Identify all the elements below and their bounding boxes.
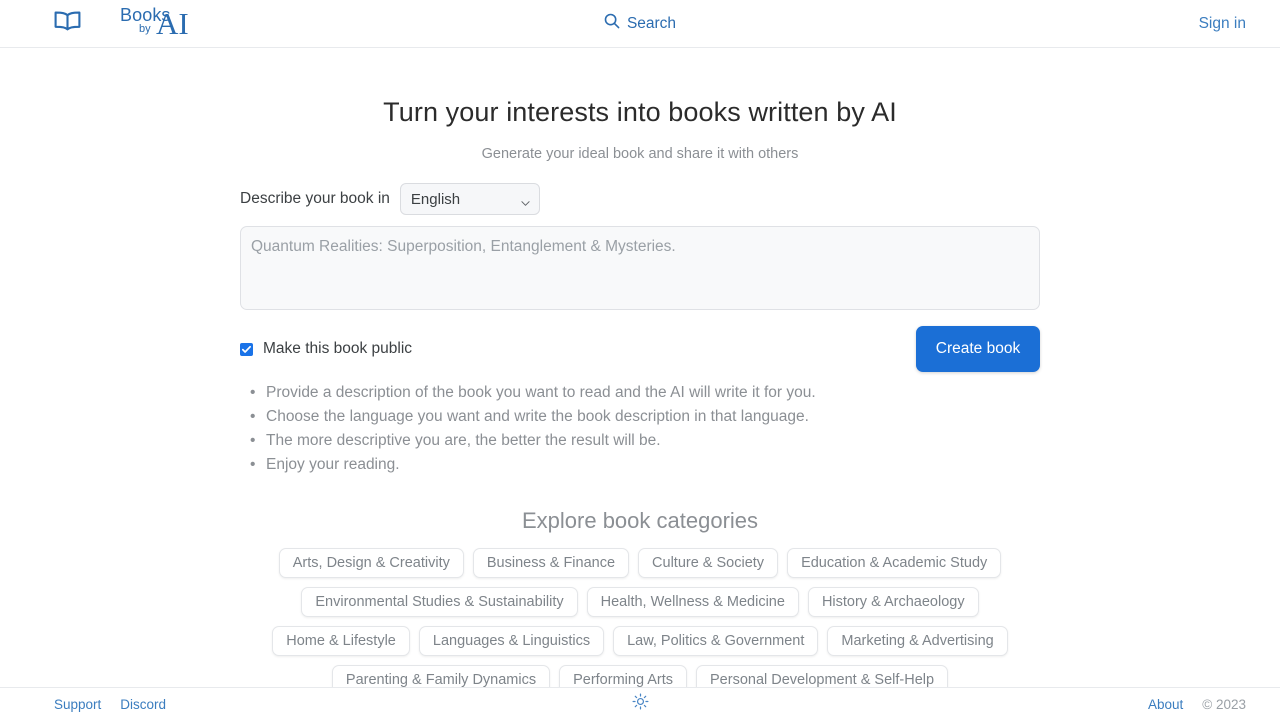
make-public-checkbox[interactable]: Make this book public <box>240 340 412 358</box>
category-chip[interactable]: Business & Finance <box>472 548 630 578</box>
sun-icon <box>632 693 649 715</box>
main-content: Turn your interests into books written b… <box>0 48 1280 720</box>
about-link[interactable]: About <box>1148 697 1183 712</box>
sign-in-link[interactable]: Sign in <box>1199 15 1246 33</box>
logo-wordmark: Books by AI <box>90 5 200 42</box>
chevron-down-icon <box>521 195 530 206</box>
category-chip[interactable]: Languages & Linguistics <box>418 626 605 656</box>
logo[interactable]: Books by AI <box>54 0 200 48</box>
book-description-input[interactable] <box>240 226 1040 310</box>
category-chip[interactable]: History & Archaeology <box>807 587 979 617</box>
logo-ai-text: AI <box>156 6 189 41</box>
language-label: Describe your book in <box>240 190 390 207</box>
create-book-button[interactable]: Create book <box>916 326 1040 372</box>
list-item: The more descriptive you are, the better… <box>250 429 1040 453</box>
category-chip[interactable]: Marketing & Advertising <box>827 626 1008 656</box>
category-chip[interactable]: Culture & Society <box>638 548 779 578</box>
tips-list: Provide a description of the book you wa… <box>240 381 1040 477</box>
make-public-label: Make this book public <box>263 340 413 357</box>
footer-right-links: About © 2023 <box>1148 697 1246 712</box>
open-book-icon <box>54 11 81 37</box>
language-row: Describe your book in English <box>240 183 1040 215</box>
category-chip[interactable]: Arts, Design & Creativity <box>278 548 464 578</box>
app-footer: Support Discord About © 2023 <box>0 687 1280 720</box>
category-chip[interactable]: Law, Politics & Government <box>613 626 819 656</box>
language-select[interactable]: English <box>399 183 540 215</box>
search-icon <box>604 13 620 34</box>
category-chip[interactable]: Health, Wellness & Medicine <box>586 587 799 617</box>
list-item: Choose the language you want and write t… <box>250 405 1040 429</box>
list-item: Enjoy your reading. <box>250 453 1040 477</box>
support-link[interactable]: Support <box>54 697 101 712</box>
footer-left-links: Support Discord <box>54 697 166 712</box>
form-actions: Make this book public Create book <box>240 326 1040 372</box>
book-form: Describe your book in English Make this <box>240 162 1040 372</box>
list-item: Provide a description of the book you wa… <box>250 381 1040 405</box>
copyright-text: © 2023 <box>1202 696 1246 712</box>
category-chip[interactable]: Environmental Studies & Sustainability <box>301 587 578 617</box>
page-subtitle: Generate your ideal book and share it wi… <box>481 146 799 162</box>
discord-link[interactable]: Discord <box>120 697 166 712</box>
page-title: Turn your interests into books written b… <box>383 97 897 127</box>
search-button[interactable]: Search <box>580 13 700 34</box>
language-select-value: English <box>410 190 461 208</box>
search-label: Search <box>626 14 677 32</box>
theme-toggle-button[interactable] <box>628 693 652 715</box>
categories-title: Explore book categories <box>521 508 759 533</box>
checkbox-checked-icon <box>240 342 253 356</box>
logo-by-text: by <box>139 23 151 35</box>
app-header: Books by AI Search Sign in <box>0 0 1280 48</box>
category-chip[interactable]: Home & Lifestyle <box>272 626 410 656</box>
category-chip[interactable]: Education & Academic Study <box>787 548 1002 578</box>
